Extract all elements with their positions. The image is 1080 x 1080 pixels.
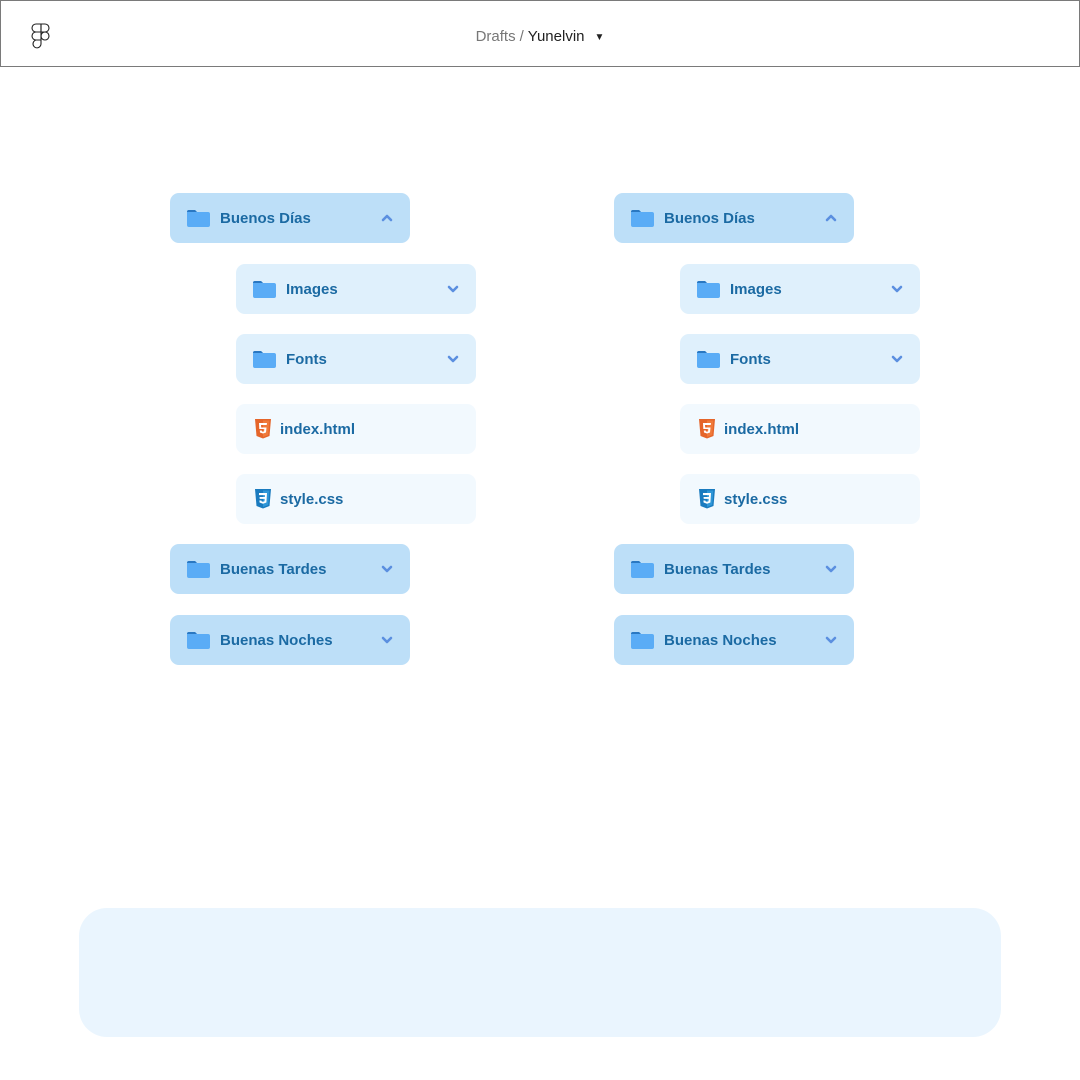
- item-label: Buenas Tardes: [664, 560, 771, 578]
- folder-item-buenas-tardes[interactable]: Buenas Tardes: [614, 544, 854, 594]
- chevron-down-icon[interactable]: [890, 282, 904, 296]
- item-label: style.css: [280, 490, 344, 508]
- folder-icon: [630, 559, 655, 579]
- breadcrumb-file-name[interactable]: Yunelvin: [528, 28, 585, 45]
- chevron-down-icon[interactable]: [380, 562, 394, 576]
- item-label: index.html: [280, 420, 356, 438]
- breadcrumb-separator: /: [519, 28, 524, 45]
- item-label: Images: [286, 280, 338, 298]
- caret-down-icon[interactable]: ▼: [595, 32, 605, 43]
- chevron-down-icon[interactable]: [446, 282, 460, 296]
- folder-icon: [186, 208, 211, 228]
- file-item-style-css[interactable]: style.css: [680, 474, 920, 524]
- folder-item-fonts[interactable]: Fonts: [680, 334, 920, 384]
- html5-icon: [698, 418, 716, 440]
- folder-icon: [696, 279, 721, 299]
- folder-icon: [630, 630, 655, 650]
- item-label: Buenos Días: [664, 209, 755, 227]
- folder-item-fonts[interactable]: Fonts: [236, 334, 476, 384]
- folder-icon: [630, 208, 655, 228]
- breadcrumb: Drafts / Yunelvin ▼: [1, 28, 1079, 45]
- css3-icon: [254, 488, 272, 510]
- folder-icon: [696, 349, 721, 369]
- file-item-index-html[interactable]: index.html: [680, 404, 920, 454]
- breadcrumb-drafts[interactable]: Drafts: [476, 28, 516, 45]
- chevron-up-icon[interactable]: [380, 211, 394, 225]
- chevron-down-icon[interactable]: [824, 633, 838, 647]
- file-item-index-html[interactable]: index.html: [236, 404, 476, 454]
- item-label: Buenas Noches: [220, 631, 333, 649]
- chevron-down-icon[interactable]: [380, 633, 394, 647]
- item-label: index.html: [724, 420, 800, 438]
- folder-item-buenas-noches[interactable]: Buenas Noches: [614, 615, 854, 665]
- item-label: style.css: [724, 490, 788, 508]
- chevron-down-icon[interactable]: [824, 562, 838, 576]
- item-label: Fonts: [286, 350, 327, 368]
- item-label: Fonts: [730, 350, 771, 368]
- item-label: Buenos Días: [220, 209, 311, 227]
- folder-icon: [186, 559, 211, 579]
- css3-icon: [698, 488, 716, 510]
- bottom-panel: [79, 908, 1001, 1037]
- top-bar: Drafts / Yunelvin ▼: [0, 0, 1080, 67]
- file-item-style-css[interactable]: style.css: [236, 474, 476, 524]
- folder-item-buenas-noches[interactable]: Buenas Noches: [170, 615, 410, 665]
- folder-item-images[interactable]: Images: [236, 264, 476, 314]
- folder-item-buenas-tardes[interactable]: Buenas Tardes: [170, 544, 410, 594]
- folder-item-buenos-d-as[interactable]: Buenos Días: [614, 193, 854, 243]
- folder-icon: [186, 630, 211, 650]
- folder-icon: [252, 279, 277, 299]
- chevron-down-icon[interactable]: [446, 352, 460, 366]
- folder-item-images[interactable]: Images: [680, 264, 920, 314]
- item-label: Images: [730, 280, 782, 298]
- chevron-up-icon[interactable]: [824, 211, 838, 225]
- html5-icon: [254, 418, 272, 440]
- folder-item-buenos-d-as[interactable]: Buenos Días: [170, 193, 410, 243]
- chevron-down-icon[interactable]: [890, 352, 904, 366]
- item-label: Buenas Noches: [664, 631, 777, 649]
- folder-icon: [252, 349, 277, 369]
- item-label: Buenas Tardes: [220, 560, 327, 578]
